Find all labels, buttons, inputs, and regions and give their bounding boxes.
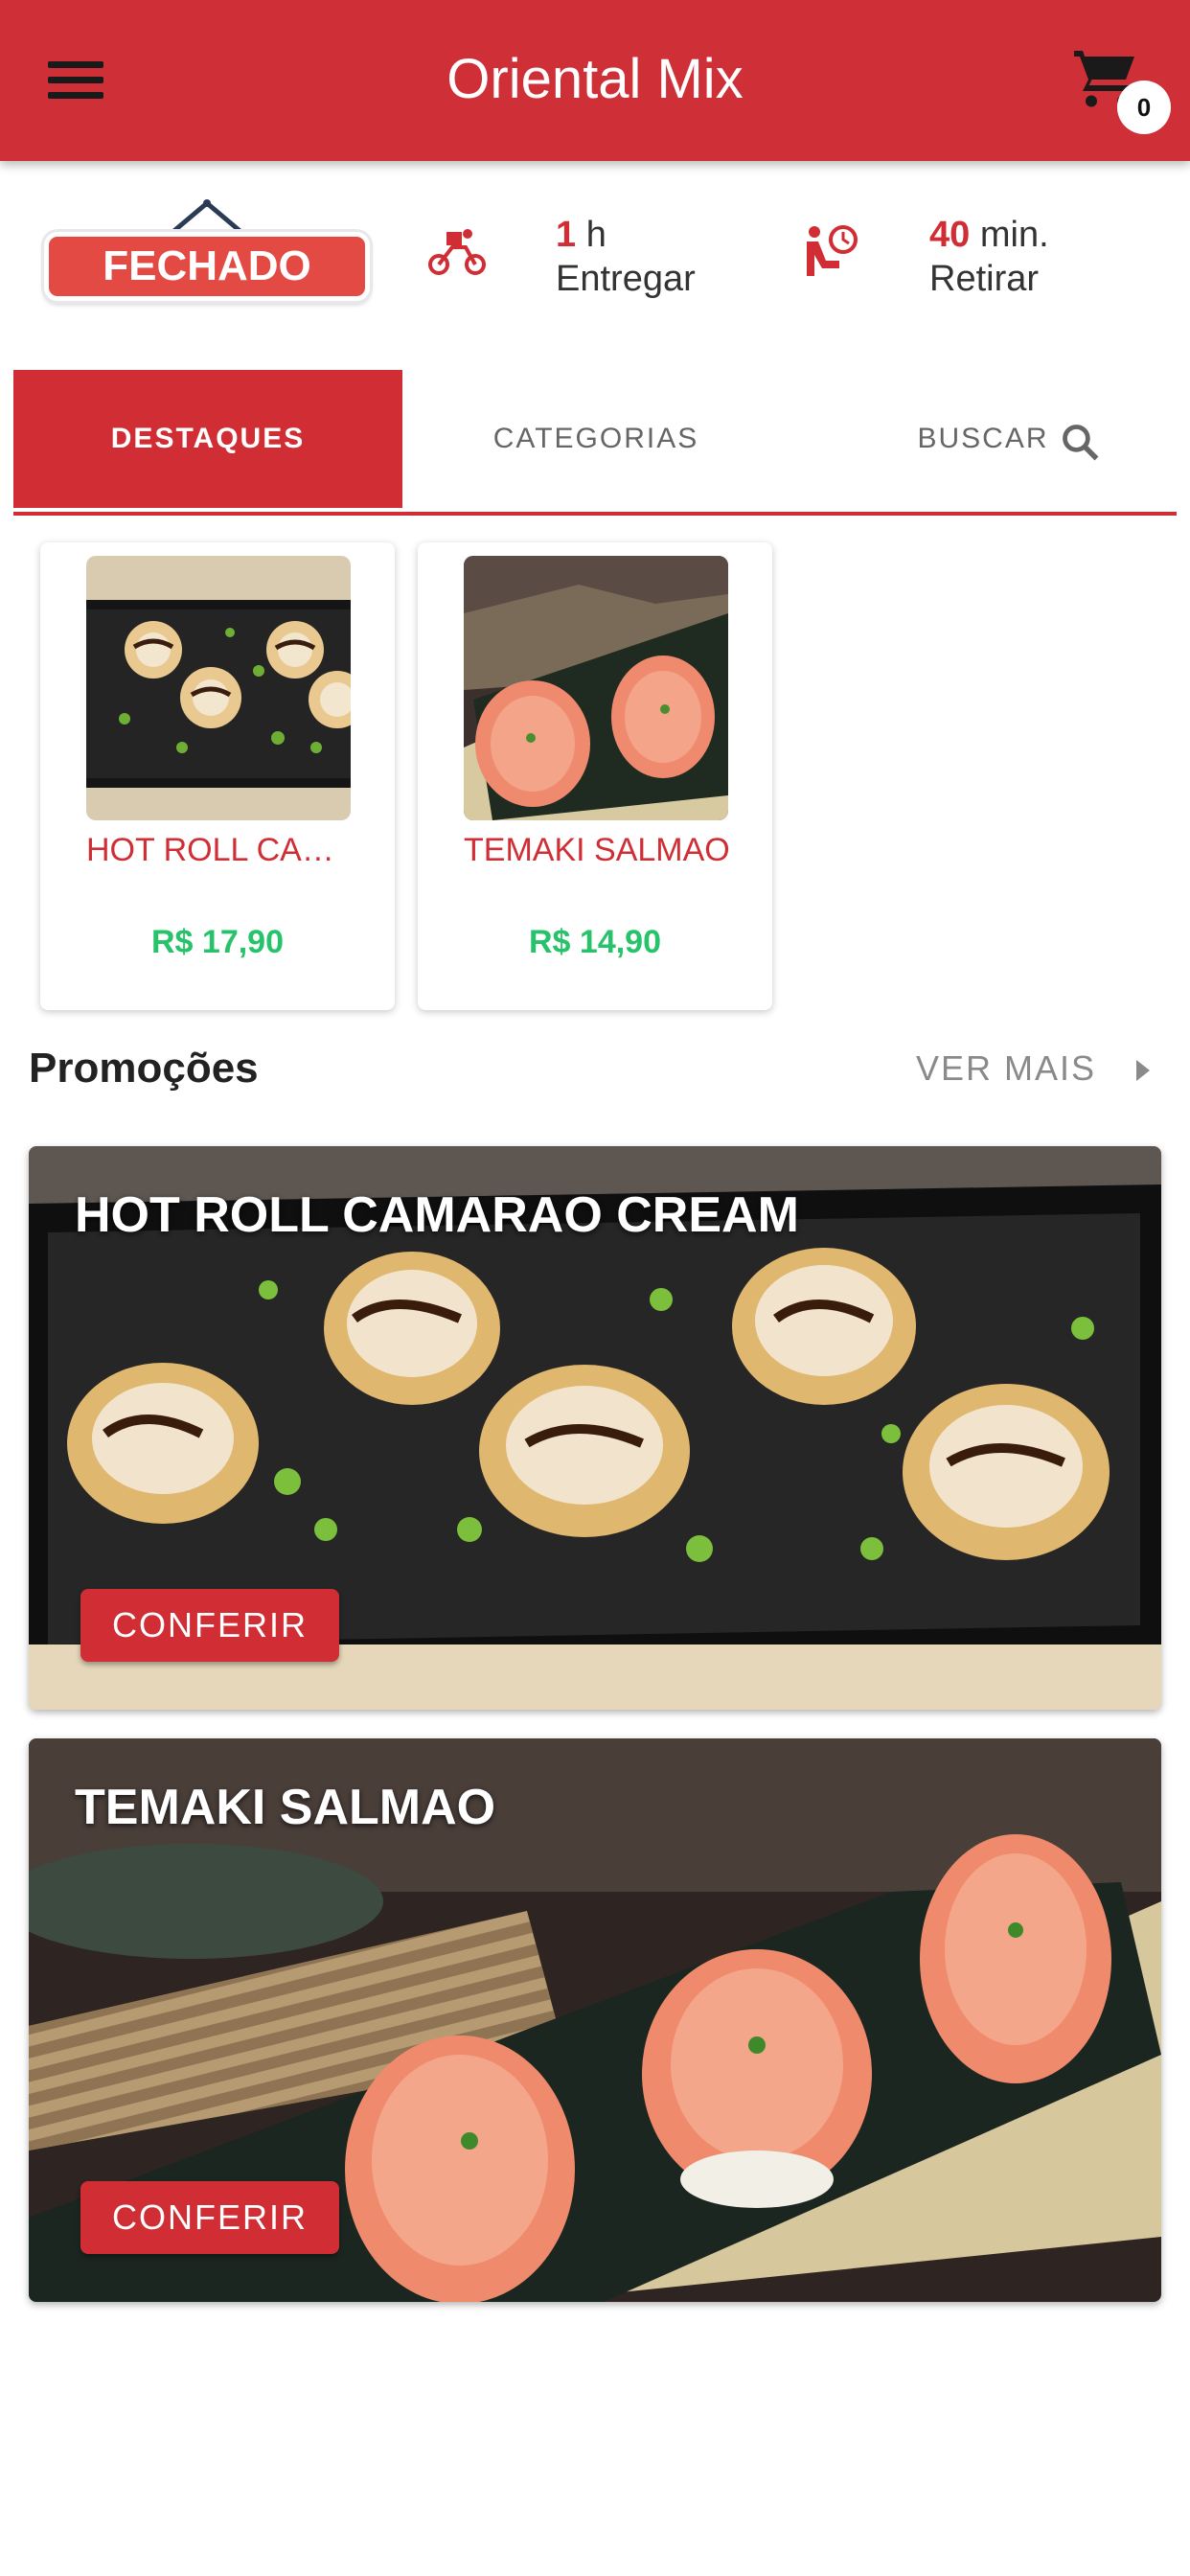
product-name: HOT ROLL CAMARAO CREAM <box>86 832 355 868</box>
store-status-text: FECHADO <box>44 232 370 301</box>
product-image <box>464 556 728 820</box>
pickup-time: 40 min. Retirar <box>929 213 1049 301</box>
delivery-bike-icon <box>428 229 486 275</box>
conferir-button[interactable]: CONFERIR <box>80 1589 339 1662</box>
search-icon <box>1063 425 1099 461</box>
product-name: TEMAKI SALMAO <box>464 832 730 868</box>
conferir-button[interactable]: CONFERIR <box>80 2181 339 2254</box>
delivery-time-value: 1 <box>556 215 577 255</box>
store-closed-sign: FECHADO <box>44 197 370 301</box>
delivery-time-unit: h <box>585 215 606 255</box>
chevron-right-icon <box>1136 1060 1150 1081</box>
pickup-label: Retirar <box>929 259 1040 299</box>
tab-buscar-label: BUSCAR <box>917 423 1049 454</box>
tab-indicator-line <box>13 512 1177 516</box>
delivery-time: 1 h Entregar <box>556 213 696 301</box>
see-more-label: VER MAIS <box>916 1048 1097 1088</box>
tab-buscar[interactable]: BUSCAR <box>790 370 1177 508</box>
promotions-title: Promoções <box>29 1045 259 1092</box>
app-title: Oriental Mix <box>446 48 744 110</box>
product-card[interactable]: TEMAKI SALMAO R$ 14,90 <box>418 542 772 1010</box>
tab-bar: DESTAQUES CATEGORIAS BUSCAR <box>13 370 1177 516</box>
cart-count-badge: 0 <box>1117 80 1171 134</box>
app-bar: Oriental Mix 0 <box>0 0 1190 161</box>
tab-categorias[interactable]: CATEGORIAS <box>402 370 790 508</box>
promo-banner[interactable]: HOT ROLL CAMARAO CREAM CONFERIR <box>29 1146 1161 1710</box>
see-more-link[interactable]: VER MAIS <box>916 1048 1165 1092</box>
delivery-label: Entregar <box>556 259 696 299</box>
pickup-time-value: 40 <box>929 215 971 255</box>
product-image <box>86 556 351 820</box>
cart-button[interactable]: 0 <box>1071 44 1171 134</box>
promo-title: HOT ROLL CAMARAO CREAM <box>75 1187 799 1243</box>
product-price: R$ 17,90 <box>151 924 284 960</box>
promo-title: TEMAKI SALMAO <box>75 1780 496 1835</box>
product-card[interactable]: HOT ROLL CAMARAO CREAM R$ 17,90 <box>40 542 395 1010</box>
product-price: R$ 14,90 <box>529 924 661 960</box>
tab-destaques[interactable]: DESTAQUES <box>13 370 402 508</box>
pickup-clock-icon <box>807 225 858 276</box>
pickup-time-unit: min. <box>979 215 1049 255</box>
promo-banner[interactable]: TEMAKI SALMAO CONFERIR <box>29 1738 1161 2302</box>
